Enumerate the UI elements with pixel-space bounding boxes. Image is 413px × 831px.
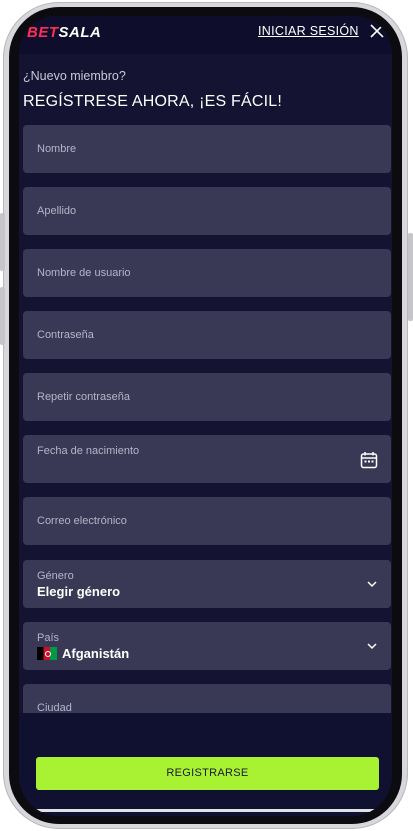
- calendar-icon[interactable]: [360, 451, 378, 469]
- gender-select[interactable]: Género Elegir género: [23, 560, 391, 608]
- logo-part-sala: SALA: [58, 24, 102, 41]
- home-indicator: [27, 809, 384, 812]
- username-placeholder: Nombre de usuario: [37, 267, 131, 279]
- last-name-placeholder: Apellido: [37, 205, 77, 217]
- country-select[interactable]: País Afganistán: [23, 622, 391, 670]
- bottom-action-panel: REGISTRARSE: [19, 713, 392, 816]
- password-placeholder: Contraseña: [37, 329, 94, 341]
- top-bar: BETSALA INICIAR SESIÓN: [19, 16, 392, 54]
- username-field[interactable]: Nombre de usuario: [23, 249, 391, 297]
- birthdate-field[interactable]: Fecha de nacimiento: [23, 435, 391, 483]
- register-button[interactable]: REGISTRARSE: [36, 757, 379, 790]
- register-heading: REGÍSTRESE AHORA, ¡ES FÁCIL!: [23, 93, 282, 110]
- app-screen: BETSALA INICIAR SESIÓN ¿Nuevo miembro? R…: [19, 16, 392, 816]
- gender-label: Género: [37, 570, 74, 582]
- birthdate-placeholder: Fecha de nacimiento: [37, 445, 140, 457]
- volume-down-button: [0, 287, 5, 345]
- afghanistan-flag-icon: [37, 647, 57, 660]
- new-member-question: ¿Nuevo miembro?: [23, 69, 126, 83]
- last-name-field[interactable]: Apellido: [23, 187, 391, 235]
- betsala-logo[interactable]: BETSALA: [27, 24, 101, 41]
- password-field[interactable]: Contraseña: [23, 311, 391, 359]
- chevron-down-icon[interactable]: [366, 578, 378, 590]
- repeat-password-field[interactable]: Repetir contraseña: [23, 373, 391, 421]
- volume-up-button: [0, 213, 5, 271]
- gender-value: Elegir género: [37, 584, 121, 599]
- email-field[interactable]: Correo electrónico: [23, 497, 391, 545]
- first-name-placeholder: Nombre: [37, 143, 77, 155]
- repeat-password-placeholder: Repetir contraseña: [37, 391, 130, 403]
- power-button: [408, 233, 413, 321]
- first-name-field[interactable]: Nombre: [23, 125, 391, 173]
- country-label: País: [37, 632, 60, 644]
- login-link[interactable]: INICIAR SESIÓN: [258, 24, 359, 38]
- country-value-text: Afganistán: [62, 646, 130, 661]
- email-placeholder: Correo electrónico: [37, 515, 127, 527]
- chevron-down-icon[interactable]: [366, 640, 378, 652]
- logo-part-bet: BET: [27, 24, 59, 41]
- country-value: Afganistán: [37, 646, 129, 661]
- close-icon[interactable]: [368, 22, 386, 40]
